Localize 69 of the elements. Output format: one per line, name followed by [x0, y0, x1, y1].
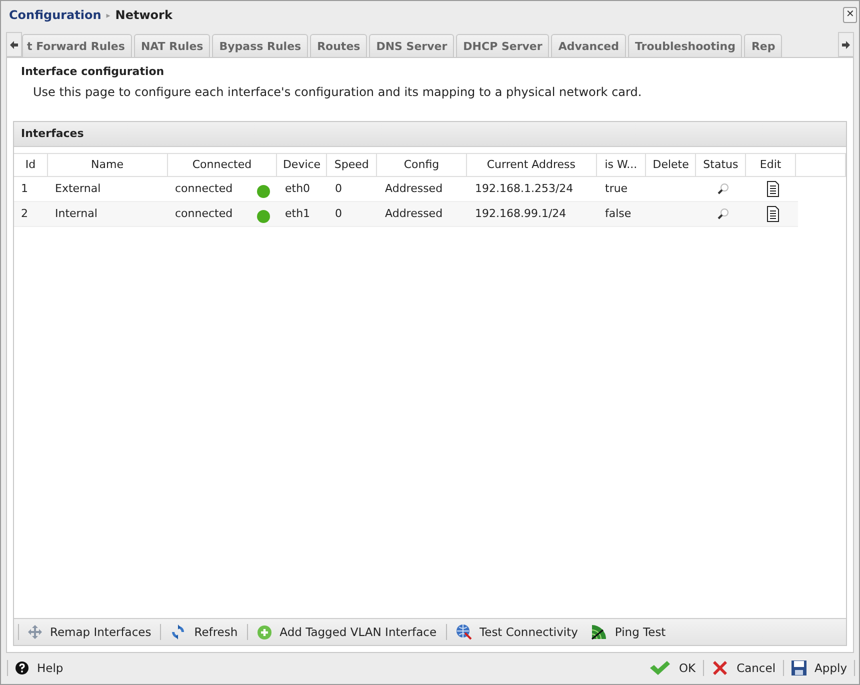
tab[interactable]: Routes: [310, 34, 368, 57]
table-cell-text: Addressed: [384, 206, 444, 222]
panel-header: Interfaces: [14, 122, 846, 147]
window-title: Network: [115, 8, 172, 22]
table-cell-text: 2: [20, 206, 29, 222]
table-cell-text: eth0: [284, 181, 312, 197]
scroll-right-button[interactable]: [838, 32, 854, 57]
column-header[interactable]: Config: [377, 154, 467, 176]
dialog-button[interactable]: OK: [644, 658, 700, 678]
magnifier-icon[interactable]: [717, 208, 729, 220]
dialog-button[interactable]: Cancel: [706, 657, 780, 679]
tab[interactable]: Bypass Rules: [212, 34, 308, 57]
tab[interactable]: DNS Server: [369, 34, 454, 57]
dialog-button[interactable]: Apply: [786, 658, 851, 678]
column-header[interactable]: Id: [14, 154, 48, 176]
table-cell-text: connected: [175, 206, 233, 222]
move-icon: [28, 625, 42, 639]
toolbar-button[interactable]: Add Tagged VLAN Interface: [252, 622, 441, 642]
document-icon[interactable]: [766, 206, 780, 222]
description-text: Use this page to configure each interface's configuration and its mapping to a physical network card.: [32, 84, 643, 101]
help-button[interactable]: Help: [11, 659, 68, 677]
table-cell-text: 192.168.99.1/24: [474, 206, 568, 222]
column-header[interactable]: is W...: [596, 154, 646, 176]
table-cell-text: eth1: [284, 206, 312, 222]
save-icon: [790, 660, 807, 676]
tab[interactable]: Advanced: [551, 34, 626, 57]
tab[interactable]: t Forward Rules: [22, 34, 132, 57]
tab[interactable]: Rep: [744, 34, 782, 57]
table-cell-text: Internal: [54, 206, 98, 222]
cross-icon: [710, 659, 729, 677]
left-arrow-icon: [9, 40, 19, 50]
column-header[interactable]: Status: [696, 154, 746, 176]
column-header[interactable]: Device: [277, 154, 328, 176]
tab[interactable]: NAT Rules: [134, 34, 210, 57]
column-header[interactable]: Speed: [327, 154, 378, 176]
table-cell-text: true: [604, 181, 629, 197]
table-cell-text: External: [54, 181, 102, 197]
section-heading: Interface configuration: [20, 64, 166, 79]
table-cell-text: 0: [334, 181, 343, 197]
toolbar-button[interactable]: Remap Interfaces: [24, 623, 156, 641]
column-header[interactable]: Current Address: [466, 154, 597, 176]
scroll-left-button[interactable]: [6, 32, 22, 57]
breadcrumb-link[interactable]: Configuration: [9, 8, 102, 22]
globe-icon: [456, 624, 472, 640]
radar-icon: [590, 624, 607, 640]
table-cell-text: false: [604, 206, 632, 222]
help-icon: [15, 661, 29, 675]
toolbar-button[interactable]: Test Connectivity: [452, 622, 582, 642]
toolbar-button[interactable]: Refresh: [166, 622, 242, 642]
table-cell-text: 1: [20, 181, 29, 197]
document-icon[interactable]: [766, 181, 780, 197]
tab[interactable]: DHCP Server: [456, 34, 550, 57]
add-icon: [256, 624, 272, 640]
breadcrumb-separator: ▸: [106, 10, 110, 20]
column-header[interactable]: Edit: [746, 154, 796, 176]
column-header[interactable]: Delete: [646, 154, 696, 176]
table-cell-text: Addressed: [384, 181, 444, 197]
column-header[interactable]: Name: [48, 154, 168, 176]
close-button[interactable]: ✕: [843, 7, 857, 23]
table-cell-text: 192.168.1.253/24: [474, 181, 574, 197]
magnifier-icon[interactable]: [717, 183, 729, 195]
tab[interactable]: Troubleshooting: [628, 34, 742, 57]
table-cell-text: connected: [175, 181, 233, 197]
right-arrow-icon: [841, 40, 851, 50]
refresh-icon: [170, 624, 186, 640]
table-cell-text: 0: [334, 206, 343, 222]
checkmark-icon: [648, 660, 671, 676]
column-header[interactable]: Connected: [168, 154, 278, 176]
toolbar-button[interactable]: Ping Test: [586, 622, 670, 642]
